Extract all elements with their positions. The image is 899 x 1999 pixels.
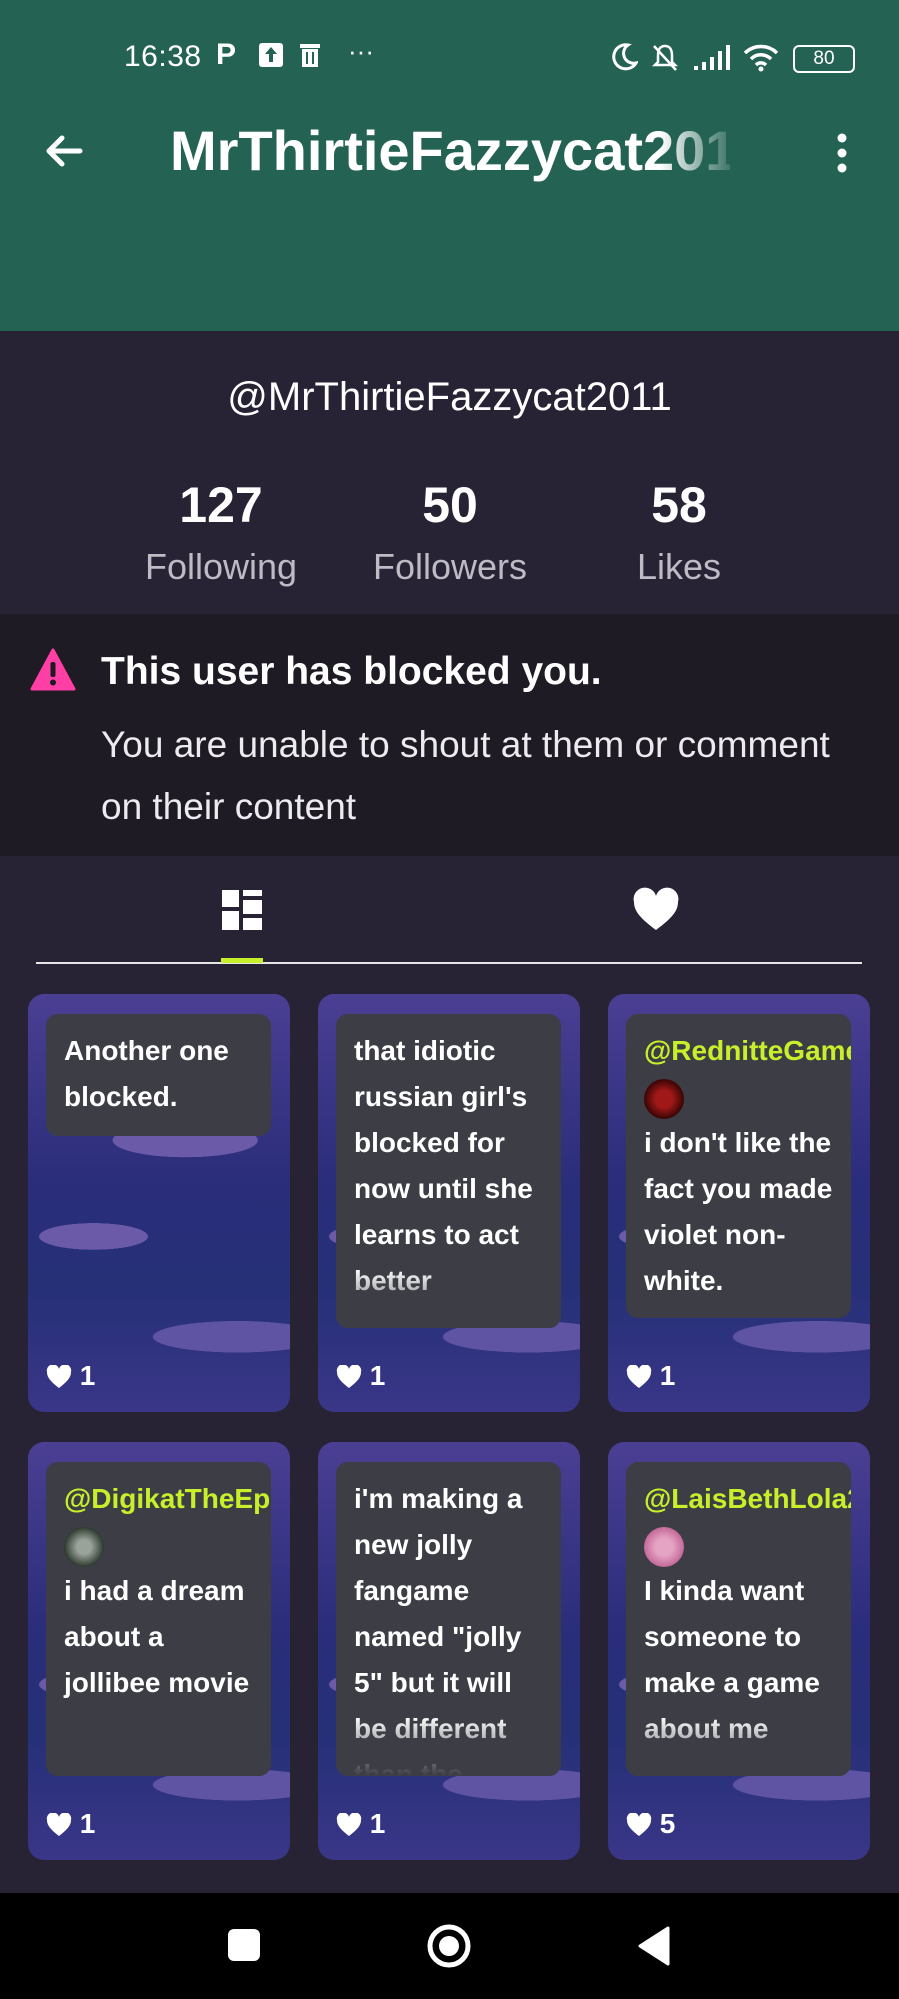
signal-icon [694, 45, 730, 70]
mention-avatar [644, 1526, 684, 1567]
back-arrow-icon[interactable] [40, 126, 90, 176]
post-likes-count: 1 [79, 1808, 96, 1839]
moon-icon [612, 43, 638, 71]
page-title: MrThirtieFazzycat2011 [170, 119, 730, 182]
heart-icon [46, 1364, 72, 1388]
post-card[interactable]: @DigikatTheEpic i had a dream about a jo… [28, 1442, 290, 1860]
post-likes[interactable]: 1 [626, 1360, 675, 1392]
status-time: 16:38 [124, 40, 202, 73]
post-note: that idiotic russian girl's blocked for … [336, 1014, 561, 1328]
tab-active-indicator [221, 958, 263, 963]
stat-likes[interactable]: 58 Likes [579, 476, 779, 588]
heart-icon [336, 1812, 362, 1836]
warning-icon [30, 648, 76, 691]
post-likes-count: 1 [369, 1808, 386, 1839]
post-card[interactable]: @RednitteGamestop i don't like the fact … [608, 994, 870, 1412]
tab-posts-grid-icon[interactable] [212, 880, 272, 940]
post-note: Another one blocked. [46, 1014, 271, 1136]
post-note: i'm making a new jolly fangame named "jo… [336, 1462, 561, 1776]
profile-handle: @MrThirtieFazzycat2011 [227, 375, 672, 419]
stat-likes-label: Likes [636, 546, 722, 587]
mention-avatar [64, 1526, 104, 1567]
stat-followers-label: Followers [372, 546, 528, 587]
note-fade [336, 1716, 561, 1776]
post-likes[interactable]: 1 [336, 1360, 385, 1392]
heart-icon [626, 1812, 652, 1836]
battery-icon: 80 [793, 45, 855, 73]
post-text: i don't like the fact you made violet no… [644, 1127, 833, 1296]
title-fade [660, 110, 740, 190]
stat-followers[interactable]: 50 Followers [350, 476, 550, 588]
heart-icon [336, 1364, 362, 1388]
post-likes-count: 1 [659, 1360, 676, 1391]
stat-followers-value: 50 [422, 477, 478, 533]
post-card[interactable]: that idiotic russian girl's blocked for … [318, 994, 580, 1412]
post-note: @RednitteGamestop i don't like the fact … [626, 1014, 851, 1318]
post-likes[interactable]: 1 [46, 1808, 95, 1840]
trash-icon [300, 44, 320, 67]
post-likes[interactable]: 1 [46, 1360, 95, 1392]
bell-muted-icon [651, 44, 679, 71]
stat-likes-value: 58 [651, 477, 707, 533]
post-likes[interactable]: 1 [336, 1808, 385, 1840]
upload-icon [259, 43, 283, 67]
stat-following-value: 127 [179, 477, 263, 533]
post-text: i had a dream about a jollibee movie [64, 1575, 250, 1698]
note-fade [336, 1268, 561, 1328]
post-mention[interactable]: @LaisBethLola2011 [644, 1483, 851, 1514]
recents-square-icon[interactable] [226, 1927, 262, 1963]
more-options-icon[interactable] [830, 128, 854, 178]
post-likes-count: 5 [659, 1808, 676, 1839]
tab-likes-heart-icon[interactable] [626, 880, 686, 940]
home-circle-icon[interactable] [426, 1923, 472, 1969]
tab-divider [36, 962, 862, 964]
post-card[interactable]: i'm making a new jolly fangame named "jo… [318, 1442, 580, 1860]
post-likes-count: 1 [79, 1360, 96, 1391]
system-nav-bar [0, 1893, 899, 1999]
wifi-icon [743, 44, 779, 72]
heart-icon [46, 1812, 72, 1836]
heart-icon [626, 1364, 652, 1388]
parking-icon: P [216, 38, 237, 71]
blocked-text: You are unable to shout at them or comme… [101, 724, 830, 827]
post-card[interactable]: Another one blocked. 1 [28, 994, 290, 1412]
post-likes[interactable]: 5 [626, 1808, 675, 1840]
note-fade [46, 1716, 271, 1776]
post-note: @LaisBethLola2011 I kinda want someone t… [626, 1462, 851, 1776]
post-mention[interactable]: @RednitteGamestop [644, 1035, 851, 1066]
stat-following[interactable]: 127 Following [121, 476, 321, 588]
more-notifications-icon: ··· [348, 36, 374, 66]
stat-following-label: Following [144, 546, 298, 587]
post-note: @DigikatTheEpic i had a dream about a jo… [46, 1462, 271, 1776]
back-triangle-icon[interactable] [636, 1925, 672, 1967]
note-fade [626, 1716, 851, 1776]
post-mention[interactable]: @DigikatTheEpic [64, 1483, 271, 1514]
post-text: that idiotic russian girl's blocked for … [354, 1035, 533, 1296]
blocked-title: This user has blocked you. [101, 650, 602, 693]
post-text: Another one blocked. [64, 1035, 229, 1112]
mention-avatar [644, 1078, 684, 1119]
post-card[interactable]: @LaisBethLola2011 I kinda want someone t… [608, 1442, 870, 1860]
battery-level: 80 [813, 48, 835, 69]
post-likes-count: 1 [369, 1360, 386, 1391]
